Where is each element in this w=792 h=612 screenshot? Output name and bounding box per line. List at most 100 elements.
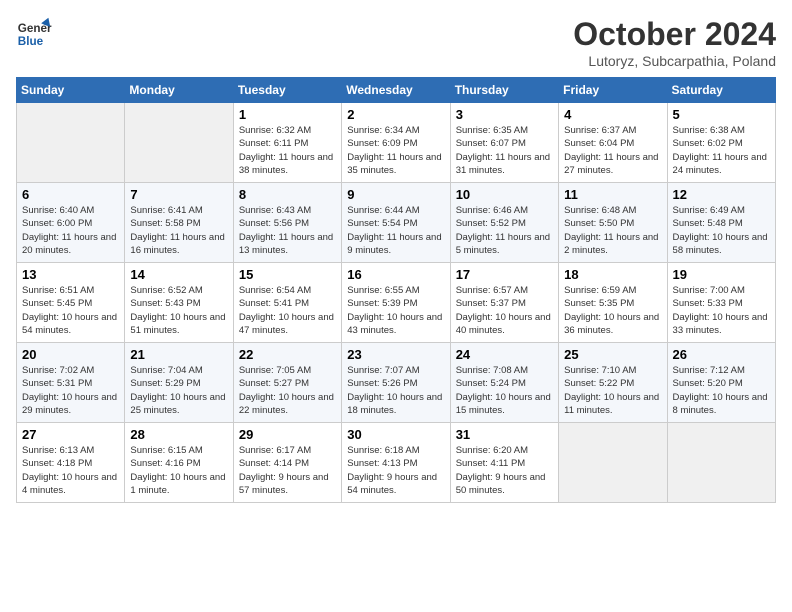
weekday-header: Monday (125, 78, 233, 103)
day-info: Sunrise: 7:12 AMSunset: 5:20 PMDaylight:… (673, 364, 770, 417)
day-number: 20 (22, 347, 119, 362)
day-info: Sunrise: 6:15 AMSunset: 4:16 PMDaylight:… (130, 444, 227, 497)
day-info: Sunrise: 6:49 AMSunset: 5:48 PMDaylight:… (673, 204, 770, 257)
calendar-cell: 23Sunrise: 7:07 AMSunset: 5:26 PMDayligh… (342, 343, 450, 423)
svg-text:Blue: Blue (18, 35, 44, 48)
weekday-header: Thursday (450, 78, 558, 103)
calendar-cell: 31 Sunrise: 6:20 AMSunset: 4:11 PMDayligh… (450, 423, 558, 503)
calendar-cell (667, 423, 775, 503)
day-info: Sunrise: 7:10 AMSunset: 5:22 PMDaylight:… (564, 364, 661, 417)
month-title: October 2024 (573, 16, 776, 53)
day-number: 7 (130, 187, 227, 202)
day-info: Sunrise: 6:43 AMSunset: 5:56 PMDaylight:… (239, 204, 336, 257)
logo-icon: General Blue (16, 16, 52, 52)
calendar-cell: 12 Sunrise: 6:49 AMSunset: 5:48 PMDayligh… (667, 183, 775, 263)
calendar-week-row: 13 Sunrise: 6:51 AMSunset: 5:45 PMDayligh… (17, 263, 776, 343)
day-info: Sunrise: 6:41 AMSunset: 5:58 PMDaylight:… (130, 204, 227, 257)
calendar-cell: 18 Sunrise: 6:59 AMSunset: 5:35 PMDayligh… (559, 263, 667, 343)
weekday-header: Saturday (667, 78, 775, 103)
day-number: 6 (22, 187, 119, 202)
weekday-header: Tuesday (233, 78, 341, 103)
day-info: Sunrise: 6:46 AMSunset: 5:52 PMDaylight:… (456, 204, 553, 257)
calendar-cell: 17Sunrise: 6:57 AMSunset: 5:37 PMDayligh… (450, 263, 558, 343)
day-number: 14 (130, 267, 227, 282)
day-info: Sunrise: 6:35 AMSunset: 6:07 PMDaylight:… (456, 124, 553, 177)
day-info: Sunrise: 6:17 AMSunset: 4:14 PMDaylight:… (239, 444, 336, 497)
day-info: Sunrise: 7:00 AMSunset: 5:33 PMDaylight:… (673, 284, 770, 337)
day-number: 12 (673, 187, 770, 202)
calendar-cell: 26Sunrise: 7:12 AMSunset: 5:20 PMDayligh… (667, 343, 775, 423)
day-number: 30 (347, 427, 444, 442)
calendar-cell: 25 Sunrise: 7:10 AMSunset: 5:22 PMDayligh… (559, 343, 667, 423)
weekday-header-row: SundayMondayTuesdayWednesdayThursdayFrid… (17, 78, 776, 103)
day-info: Sunrise: 6:57 AMSunset: 5:37 PMDaylight:… (456, 284, 553, 337)
day-info: Sunrise: 6:54 AMSunset: 5:41 PMDaylight:… (239, 284, 336, 337)
day-info: Sunrise: 6:34 AMSunset: 6:09 PMDaylight:… (347, 124, 444, 177)
logo: General Blue (16, 16, 52, 52)
day-info: Sunrise: 6:59 AMSunset: 5:35 PMDaylight:… (564, 284, 661, 337)
page-header: General Blue October 2024 Lutoryz, Subca… (16, 16, 776, 69)
day-number: 4 (564, 107, 661, 122)
day-info: Sunrise: 6:13 AMSunset: 4:18 PMDaylight:… (22, 444, 119, 497)
day-info: Sunrise: 6:37 AMSunset: 6:04 PMDaylight:… (564, 124, 661, 177)
calendar-cell: 3 Sunrise: 6:35 AMSunset: 6:07 PMDaylight… (450, 103, 558, 183)
day-number: 3 (456, 107, 553, 122)
calendar-cell: 30Sunrise: 6:18 AMSunset: 4:13 PMDayligh… (342, 423, 450, 503)
day-info: Sunrise: 6:48 AMSunset: 5:50 PMDaylight:… (564, 204, 661, 257)
weekday-header: Sunday (17, 78, 125, 103)
calendar-cell: 6 Sunrise: 6:40 AMSunset: 6:00 PMDaylight… (17, 183, 125, 263)
calendar-week-row: 20 Sunrise: 7:02 AMSunset: 5:31 PMDayligh… (17, 343, 776, 423)
calendar-cell (559, 423, 667, 503)
calendar-cell: 10 Sunrise: 6:46 AMSunset: 5:52 PMDayligh… (450, 183, 558, 263)
calendar-cell: 14Sunrise: 6:52 AMSunset: 5:43 PMDayligh… (125, 263, 233, 343)
day-info: Sunrise: 6:32 AMSunset: 6:11 PMDaylight:… (239, 124, 336, 177)
day-number: 11 (564, 187, 661, 202)
day-number: 10 (456, 187, 553, 202)
calendar-cell: 16 Sunrise: 6:55 AMSunset: 5:39 PMDayligh… (342, 263, 450, 343)
calendar-cell: 4 Sunrise: 6:37 AMSunset: 6:04 PMDaylight… (559, 103, 667, 183)
calendar-cell: 27 Sunrise: 6:13 AMSunset: 4:18 PMDayligh… (17, 423, 125, 503)
calendar-cell: 20 Sunrise: 7:02 AMSunset: 5:31 PMDayligh… (17, 343, 125, 423)
day-number: 21 (130, 347, 227, 362)
day-info: Sunrise: 6:44 AMSunset: 5:54 PMDaylight:… (347, 204, 444, 257)
day-number: 27 (22, 427, 119, 442)
calendar-cell: 13 Sunrise: 6:51 AMSunset: 5:45 PMDayligh… (17, 263, 125, 343)
calendar-cell: 9Sunrise: 6:44 AMSunset: 5:54 PMDaylight… (342, 183, 450, 263)
calendar-cell: 2 Sunrise: 6:34 AMSunset: 6:09 PMDaylight… (342, 103, 450, 183)
day-number: 31 (456, 427, 553, 442)
location-subtitle: Lutoryz, Subcarpathia, Poland (573, 53, 776, 69)
calendar-cell (17, 103, 125, 183)
day-info: Sunrise: 6:51 AMSunset: 5:45 PMDaylight:… (22, 284, 119, 337)
day-number: 1 (239, 107, 336, 122)
calendar-cell: 19 Sunrise: 7:00 AMSunset: 5:33 PMDayligh… (667, 263, 775, 343)
day-number: 2 (347, 107, 444, 122)
day-number: 18 (564, 267, 661, 282)
calendar-cell: 21 Sunrise: 7:04 AMSunset: 5:29 PMDayligh… (125, 343, 233, 423)
day-info: Sunrise: 6:38 AMSunset: 6:02 PMDaylight:… (673, 124, 770, 177)
day-info: Sunrise: 6:55 AMSunset: 5:39 PMDaylight:… (347, 284, 444, 337)
title-block: October 2024 Lutoryz, Subcarpathia, Pola… (573, 16, 776, 69)
day-number: 8 (239, 187, 336, 202)
day-number: 5 (673, 107, 770, 122)
calendar-cell: 5 Sunrise: 6:38 AMSunset: 6:02 PMDaylight… (667, 103, 775, 183)
calendar-cell: 8 Sunrise: 6:43 AMSunset: 5:56 PMDaylight… (233, 183, 341, 263)
weekday-header: Friday (559, 78, 667, 103)
calendar-week-row: 1 Sunrise: 6:32 AMSunset: 6:11 PMDaylight… (17, 103, 776, 183)
calendar-cell: 7 Sunrise: 6:41 AMSunset: 5:58 PMDaylight… (125, 183, 233, 263)
day-number: 13 (22, 267, 119, 282)
day-info: Sunrise: 7:08 AMSunset: 5:24 PMDaylight:… (456, 364, 553, 417)
calendar-cell (125, 103, 233, 183)
day-number: 29 (239, 427, 336, 442)
calendar-cell: 11 Sunrise: 6:48 AMSunset: 5:50 PMDayligh… (559, 183, 667, 263)
day-info: Sunrise: 6:40 AMSunset: 6:00 PMDaylight:… (22, 204, 119, 257)
day-number: 22 (239, 347, 336, 362)
day-number: 23 (347, 347, 444, 362)
calendar-cell: 28Sunrise: 6:15 AMSunset: 4:16 PMDayligh… (125, 423, 233, 503)
day-info: Sunrise: 7:02 AMSunset: 5:31 PMDaylight:… (22, 364, 119, 417)
day-info: Sunrise: 6:20 AMSunset: 4:11 PMDaylight:… (456, 444, 553, 497)
day-info: Sunrise: 7:04 AMSunset: 5:29 PMDaylight:… (130, 364, 227, 417)
day-number: 16 (347, 267, 444, 282)
calendar-cell: 29 Sunrise: 6:17 AMSunset: 4:14 PMDayligh… (233, 423, 341, 503)
day-number: 19 (673, 267, 770, 282)
day-number: 25 (564, 347, 661, 362)
